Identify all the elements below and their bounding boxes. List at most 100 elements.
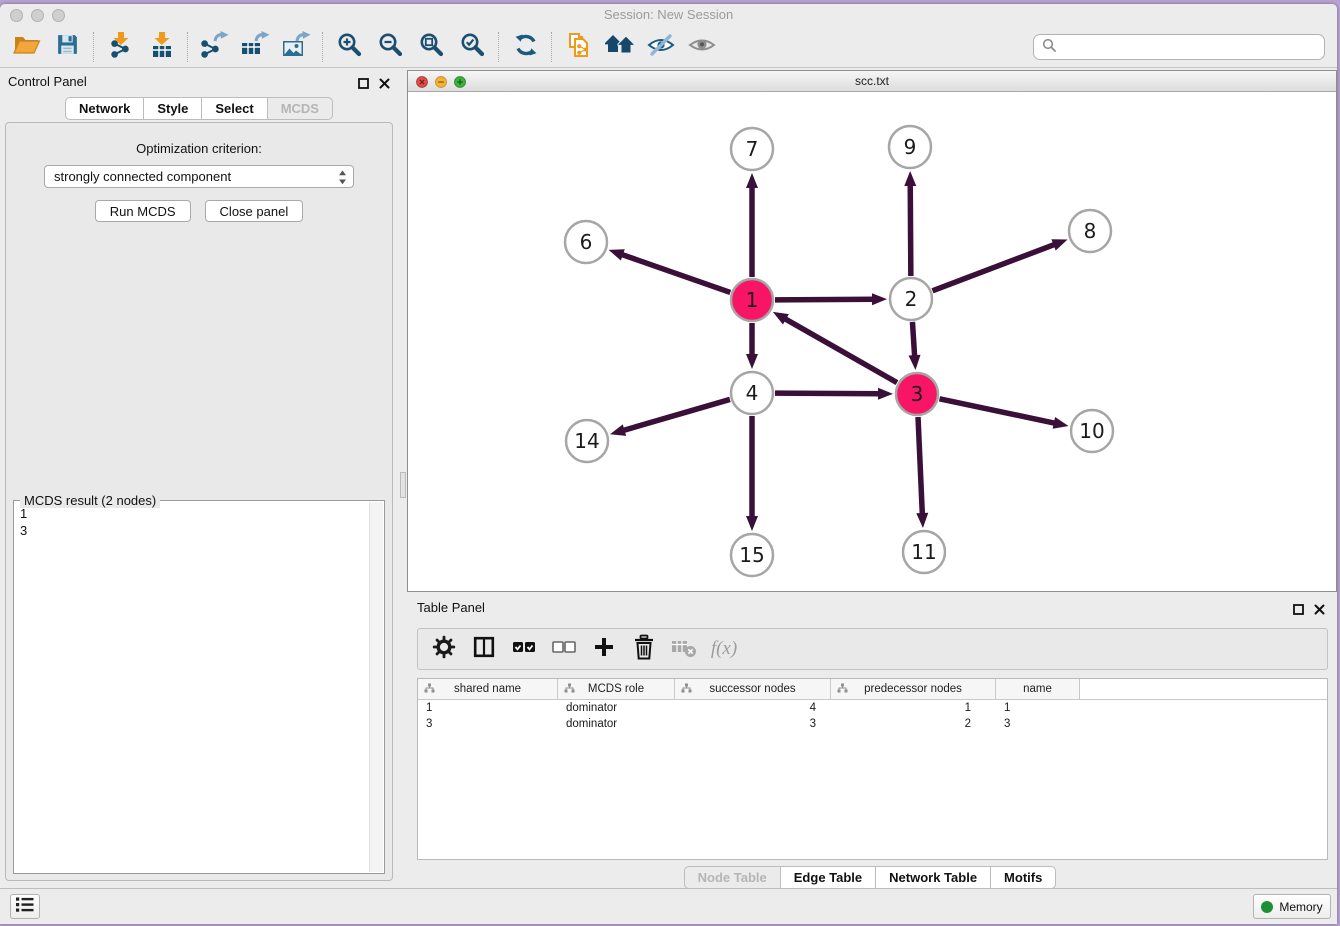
table-cell[interactable]: dominator xyxy=(558,718,675,730)
deselect-all-button[interactable] xyxy=(548,633,580,665)
sort-icon xyxy=(564,683,575,697)
run-mcds-button[interactable]: Run MCDS xyxy=(95,200,191,222)
graph-edge-3-11[interactable] xyxy=(916,417,928,528)
import-table-button[interactable] xyxy=(141,29,182,65)
network-minimize-button[interactable] xyxy=(435,75,447,93)
tab-style[interactable]: Style xyxy=(143,97,202,120)
show-all-button[interactable] xyxy=(681,29,722,65)
column-header-shared-name[interactable]: shared name xyxy=(418,679,558,699)
column-header-MCDS-role[interactable]: MCDS role xyxy=(558,679,675,699)
graph-node-15[interactable]: 15 xyxy=(731,534,773,576)
graph-edge-1-2[interactable] xyxy=(775,293,887,305)
tab-motifs[interactable]: Motifs xyxy=(990,866,1056,889)
network-window-titlebar[interactable]: scc.txt xyxy=(408,71,1336,92)
graph-edge-1-6[interactable] xyxy=(609,249,731,292)
divider-grip[interactable] xyxy=(400,472,406,498)
table-cell[interactable]: 2 xyxy=(831,718,996,730)
close-panel-icon[interactable] xyxy=(379,76,390,94)
table-row[interactable]: 1dominator411 xyxy=(418,700,1327,716)
graph-node-label: 2 xyxy=(905,287,918,311)
hide-selected-button[interactable] xyxy=(640,29,681,65)
column-header-predecessor-nodes[interactable]: predecessor nodes xyxy=(831,679,996,699)
graph-node-2[interactable]: 2 xyxy=(890,278,932,320)
float-panel-icon[interactable] xyxy=(358,76,369,94)
graph-edge-2-8[interactable] xyxy=(933,239,1068,291)
columns-button[interactable] xyxy=(468,633,500,665)
graph-node-7[interactable]: 7 xyxy=(731,128,773,170)
graph-edge-3-10[interactable] xyxy=(940,399,1069,429)
close-window-button[interactable] xyxy=(10,9,23,22)
close-panel-icon[interactable] xyxy=(1314,602,1325,620)
panel-divider[interactable] xyxy=(399,68,407,889)
minimize-window-button[interactable] xyxy=(31,9,44,22)
graph-edge-4-15[interactable] xyxy=(746,416,758,531)
search-input[interactable] xyxy=(1062,39,1316,56)
tab-network[interactable]: Network xyxy=(65,97,144,120)
graph-node-6[interactable]: 6 xyxy=(565,221,607,263)
zoom-in-button[interactable] xyxy=(329,29,370,65)
column-header-successor-nodes[interactable]: successor nodes xyxy=(675,679,831,699)
graph-node-11[interactable]: 11 xyxy=(903,531,945,573)
network-maximize-button[interactable] xyxy=(454,75,466,93)
tab-select[interactable]: Select xyxy=(201,97,267,120)
graph-node-4[interactable]: 4 xyxy=(731,372,773,414)
graph-edge-4-14[interactable] xyxy=(610,399,730,435)
zoom-fit-button[interactable] xyxy=(411,29,452,65)
open-file-button[interactable] xyxy=(6,29,47,65)
zoom-selected-button[interactable] xyxy=(452,29,493,65)
add-button[interactable] xyxy=(588,633,620,665)
search-box[interactable] xyxy=(1033,34,1325,60)
zoom-window-button[interactable] xyxy=(52,9,65,22)
duplicate-network-button[interactable] xyxy=(558,29,599,65)
export-network-button[interactable] xyxy=(194,29,235,65)
export-table-button[interactable] xyxy=(235,29,276,65)
table-row[interactable]: 3dominator323 xyxy=(418,716,1327,732)
save-session-button[interactable] xyxy=(47,29,88,65)
table-cell[interactable]: 1 xyxy=(996,702,1080,714)
table-cell[interactable]: 4 xyxy=(675,702,831,714)
column-header-name[interactable]: name xyxy=(996,679,1080,699)
float-panel-icon[interactable] xyxy=(1293,602,1304,620)
graph-node-14[interactable]: 14 xyxy=(566,420,608,462)
export-image-button[interactable] xyxy=(276,29,317,65)
result-scrollbar[interactable] xyxy=(369,502,383,872)
graph-edge-3-1[interactable] xyxy=(773,312,897,383)
refresh-button[interactable] xyxy=(505,29,546,65)
table-cell[interactable]: 3 xyxy=(418,718,558,730)
zoom-out-button[interactable] xyxy=(370,29,411,65)
network-graph[interactable]: 1 2 3 4 6 7 8 9 10 11 14 15 xyxy=(408,92,1336,591)
table-cell[interactable]: 3 xyxy=(996,718,1080,730)
delete-button[interactable] xyxy=(628,633,660,665)
tab-mcds[interactable]: MCDS xyxy=(267,97,333,120)
optimization-select[interactable]: strongly connected component xyxy=(44,165,354,188)
table-cell[interactable]: 1 xyxy=(831,702,996,714)
graph-node-10[interactable]: 10 xyxy=(1071,410,1113,452)
graph-node-3[interactable]: 3 xyxy=(896,373,938,415)
graph-node-8[interactable]: 8 xyxy=(1069,210,1111,252)
table-cell[interactable]: 1 xyxy=(418,702,558,714)
task-list-button[interactable] xyxy=(10,894,40,919)
table-cell[interactable]: dominator xyxy=(558,702,675,714)
settings-button[interactable] xyxy=(428,633,460,665)
tab-edge-table[interactable]: Edge Table xyxy=(780,866,876,889)
import-network-button[interactable] xyxy=(100,29,141,65)
graph-node-1[interactable]: 1 xyxy=(731,279,773,321)
network-canvas[interactable]: 1 2 3 4 6 7 8 9 10 11 14 15 xyxy=(408,92,1336,591)
memory-button[interactable]: Memory xyxy=(1253,894,1331,919)
network-close-button[interactable] xyxy=(416,75,428,93)
close-panel-button[interactable]: Close panel xyxy=(205,200,304,222)
tab-network-table[interactable]: Network Table xyxy=(875,866,991,889)
graph-node-9[interactable]: 9 xyxy=(889,126,931,168)
graph-edge-4-3[interactable] xyxy=(775,388,893,400)
graph-edge-2-3[interactable] xyxy=(909,322,921,370)
home-button[interactable] xyxy=(599,29,640,65)
toolbar-separator xyxy=(322,32,324,62)
graph-edge-2-9[interactable] xyxy=(904,171,916,276)
select-all-button[interactable] xyxy=(508,633,540,665)
table-cell[interactable]: 3 xyxy=(675,718,831,730)
tab-node-table[interactable]: Node Table xyxy=(684,866,781,889)
delete-table-button[interactable] xyxy=(668,633,700,665)
function-builder-button[interactable]: f(x) xyxy=(708,633,740,665)
graph-edge-1-7[interactable] xyxy=(746,173,758,277)
graph-edge-1-4[interactable] xyxy=(746,323,758,369)
